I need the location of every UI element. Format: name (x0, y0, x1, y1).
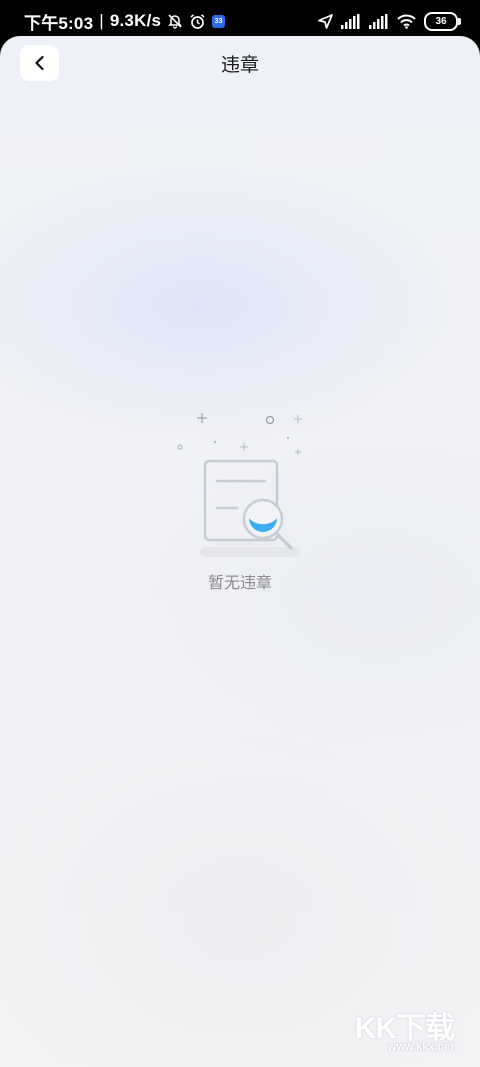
mute-bell-icon (167, 13, 183, 29)
status-bar: 下午5:03 | 9.3K/s 33 36 (0, 0, 480, 40)
app-page: 违章 暂无违章 KK下载 www.kkx.net (0, 36, 480, 1067)
status-left: 下午5:03 | 9.3K/s 33 (24, 10, 226, 33)
document-search-icon (170, 401, 310, 561)
notification-badge: 33 (212, 14, 226, 28)
status-separator: | (99, 11, 104, 30)
alarm-icon (189, 13, 206, 30)
page-title: 违章 (220, 54, 259, 76)
signal-icon (341, 13, 361, 29)
signal-icon (369, 13, 389, 29)
status-right: 36 (318, 10, 461, 32)
empty-state: 暂无违章 (0, 391, 480, 621)
network-speed: 9.3K/s (109, 11, 162, 30)
wifi-icon (397, 14, 416, 29)
location-arrow-icon (318, 13, 333, 29)
status-time: 下午5:03 (24, 13, 94, 33)
watermark-url: www.kkx.net (387, 1041, 454, 1053)
battery-level: 36 (435, 15, 447, 27)
watermark: KK下载 www.kkx.net (344, 1003, 455, 1053)
battery-icon: 36 (424, 11, 461, 31)
empty-message: 暂无违章 (207, 573, 272, 592)
